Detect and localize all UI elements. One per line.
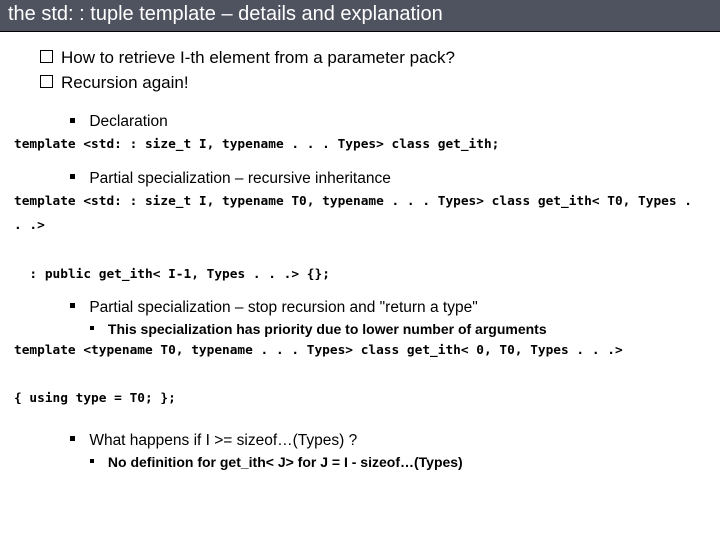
intro-item: Recursion again! [40,71,710,96]
code-block: template <std: : size_t I, typename T0, … [14,190,706,287]
section-heading: Declaration [70,113,710,131]
intro-list: How to retrieve I-th element from a para… [40,46,710,95]
section-sub-text: This specialization has priority due to … [108,321,547,337]
checkbox-icon [40,75,53,88]
intro-item: How to retrieve I-th element from a para… [40,46,710,71]
intro-text: How to retrieve I-th element from a para… [61,46,455,71]
slide-title: the std: : tuple template – details and … [8,3,443,25]
section-heading: Partial specialization – stop recursion … [70,299,710,317]
bullet-icon [70,118,75,123]
slide: the std: : tuple template – details and … [0,0,720,540]
checkbox-icon [40,50,53,63]
bullet-icon [70,436,75,441]
footer-question-text: What happens if I >= sizeof…(Types) ? [89,432,357,449]
footer-question: What happens if I >= sizeof…(Types) ? [70,432,710,450]
code-block: template <typename T0, typename . . . Ty… [14,339,706,412]
slide-title-bar: the std: : tuple template – details and … [0,0,720,32]
bullet-icon [90,459,94,463]
footer-answer-text: No definition for get_ith< J> for J = I … [108,454,463,470]
section-heading: Partial specialization – recursive inher… [70,170,710,188]
intro-text: Recursion again! [61,71,189,96]
code-block: template <std: : size_t I, typename . . … [14,133,706,157]
section-label-text: Partial specialization – recursive inher… [89,170,391,187]
slide-content: How to retrieve I-th element from a para… [0,32,720,470]
section-subheading: This specialization has priority due to … [90,321,710,337]
bullet-icon [70,303,75,308]
bullet-icon [90,326,94,330]
footer-answer: No definition for get_ith< J> for J = I … [90,454,710,470]
bullet-icon [70,174,75,179]
section-label-text: Partial specialization – stop recursion … [89,299,477,316]
section-label-text: Declaration [89,113,167,130]
